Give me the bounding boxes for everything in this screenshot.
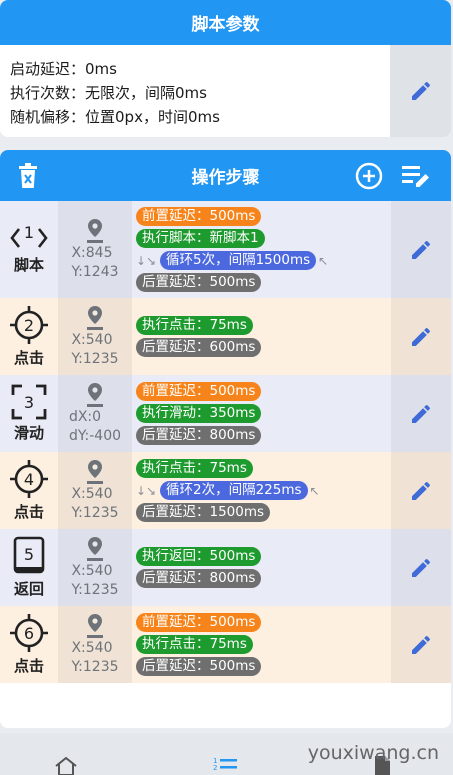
pre-delay-badge: 前置延迟：500ms [136, 613, 262, 632]
pos-y: Y:1235 [71, 658, 119, 675]
step-row[interactable]: 5 返回 X:540 Y:1235 执行返回：500ms 后置延迟：800ms [0, 529, 451, 606]
loop-start-arrow-icon: ↓↘ [136, 253, 157, 268]
step-type-label: 点击 [13, 657, 44, 675]
edit-step-button[interactable] [391, 529, 451, 606]
pencil-icon [412, 558, 430, 577]
step-index: 5 [24, 545, 34, 564]
edit-step-button[interactable] [391, 201, 451, 298]
tap-target-icon: 2 [10, 306, 48, 344]
step-row[interactable]: 2 点击 X:540 Y:1235 执行点击：75ms 后置延迟：600ms [0, 298, 451, 375]
pre-delay-badge: 前置延迟：500ms [136, 382, 262, 401]
post-delay-badge: 后置延迟：800ms [136, 426, 262, 445]
step-type-label: 返回 [13, 580, 44, 598]
step-type-label: 点击 [13, 503, 44, 521]
pos-y: Y:1243 [71, 263, 119, 280]
edit-step-button[interactable] [391, 375, 451, 452]
step-type-label: 滑动 [13, 424, 44, 442]
location-pin-icon [87, 459, 103, 484]
loop-badge: 循环2次，间隔225ms [160, 481, 308, 500]
trash-icon [19, 162, 37, 188]
step-type-label: 点击 [13, 349, 44, 367]
steps-list-icon[interactable]: 1 2 [212, 755, 238, 775]
params-header: 脚本参数 [0, 0, 451, 45]
execute-badge: 执行点击：75ms [136, 635, 253, 654]
post-delay-badge: 后置延迟：500ms [136, 657, 262, 676]
execute-badge: 执行点击：75ms [136, 316, 253, 335]
location-pin-icon [87, 613, 103, 638]
pos-x: X:540 [71, 562, 113, 579]
pos-x: X:540 [71, 485, 113, 502]
loop-badge: 循环5次，间隔1500ms [160, 251, 317, 270]
execute-badge: 执行返回：500ms [136, 547, 262, 566]
pencil-icon [412, 481, 430, 500]
script-params-card: 脚本参数 启动延迟：0ms 执行次数：无限次，间隔0ms 随机偏移：位置0px，… [0, 0, 451, 137]
add-step-button[interactable] [349, 150, 389, 201]
execute-badge: 执行滑动：350ms [136, 404, 262, 423]
pos-y: Y:1235 [71, 581, 119, 598]
step-row[interactable]: 1 脚本 X:845 Y:1243 前置延迟：500ms 执行脚本：新脚本1 ↓… [0, 201, 451, 298]
post-delay-badge: 后置延迟：1500ms [136, 503, 271, 522]
execute-badge: 执行点击：75ms [136, 459, 253, 478]
edit-step-button[interactable] [391, 298, 451, 375]
edit-list-button[interactable] [397, 150, 437, 201]
edit-step-button[interactable] [391, 452, 451, 529]
param-exec-count: 执行次数：无限次，间隔0ms [10, 84, 207, 102]
loop-end-arrow-icon: ↖ [318, 253, 329, 268]
pos-dy: dY:-400 [68, 427, 122, 444]
pos-x: X:540 [71, 639, 113, 656]
loop-line: ↓↘ 循环2次，间隔225ms ↖ [136, 481, 391, 500]
pencil-icon [411, 81, 430, 100]
step-row[interactable]: 3 滑动 dX:0 dY:-400 前置延迟：500ms 执行滑动：350ms … [0, 375, 451, 452]
svg-text:2: 2 [213, 764, 217, 772]
post-delay-badge: 后置延迟：500ms [136, 273, 262, 292]
loop-start-arrow-icon: ↓↘ [136, 483, 157, 498]
execute-badge: 执行脚本：新脚本1 [136, 229, 265, 248]
back-icon: 5 [13, 536, 45, 574]
step-row[interactable]: 4 点击 X:540 Y:1235 执行点击：75ms ↓↘ 循环2次，间隔22… [0, 452, 451, 529]
pencil-icon [412, 327, 430, 346]
list-edit-icon [402, 165, 429, 187]
watermark-text: youxiwang.cn [307, 742, 439, 764]
pos-x: X:540 [71, 331, 113, 348]
tap-target-icon: 4 [10, 460, 48, 498]
step-row[interactable]: 6 点击 X:540 Y:1235 前置延迟：500ms 执行点击：75ms 后… [0, 606, 451, 683]
location-pin-icon [87, 305, 103, 330]
step-type-label: 脚本 [13, 256, 44, 274]
step-index: 6 [24, 624, 34, 643]
step-index: 2 [24, 316, 34, 335]
swipe-frame-icon: 3 [11, 384, 47, 420]
param-random-offset: 随机偏移：位置0px，时间0ms [10, 108, 220, 126]
add-circle-icon [355, 162, 383, 189]
pos-x: X:845 [71, 244, 113, 261]
steps-title: 操作步骤 [191, 168, 260, 188]
steps-card: 操作步骤 1 脚本 X:845 Y:1243 前置延迟：500ms 执行脚本：新… [0, 150, 451, 728]
param-start-delay: 启动延迟：0ms [10, 60, 117, 78]
location-pin-icon [87, 218, 103, 243]
tap-target-icon: 6 [10, 614, 48, 652]
loop-end-arrow-icon: ↖ [309, 483, 320, 498]
pencil-icon [412, 635, 430, 654]
steps-header: 操作步骤 [0, 150, 451, 201]
location-pin-icon [87, 536, 103, 561]
pos-dx: dX:0 [68, 408, 102, 425]
location-pin-icon [87, 382, 103, 407]
loop-line: ↓↘ 循环5次，间隔1500ms ↖ [136, 251, 391, 270]
pos-y: Y:1235 [71, 350, 119, 367]
home-icon[interactable] [54, 755, 78, 775]
step-index: 3 [24, 393, 34, 412]
pencil-icon [412, 240, 430, 259]
post-delay-badge: 后置延迟：800ms [136, 569, 262, 588]
edit-step-button[interactable] [391, 606, 451, 683]
post-delay-badge: 后置延迟：600ms [136, 338, 262, 357]
edit-params-button[interactable] [390, 45, 451, 137]
params-text: 启动延迟：0ms 执行次数：无限次，间隔0ms 随机偏移：位置0px，时间0ms [0, 45, 390, 137]
pencil-icon [412, 404, 430, 423]
step-index: 4 [24, 470, 34, 489]
pos-y: Y:1235 [71, 504, 119, 521]
pre-delay-badge: 前置延迟：500ms [136, 207, 262, 226]
delete-button[interactable] [8, 150, 48, 201]
